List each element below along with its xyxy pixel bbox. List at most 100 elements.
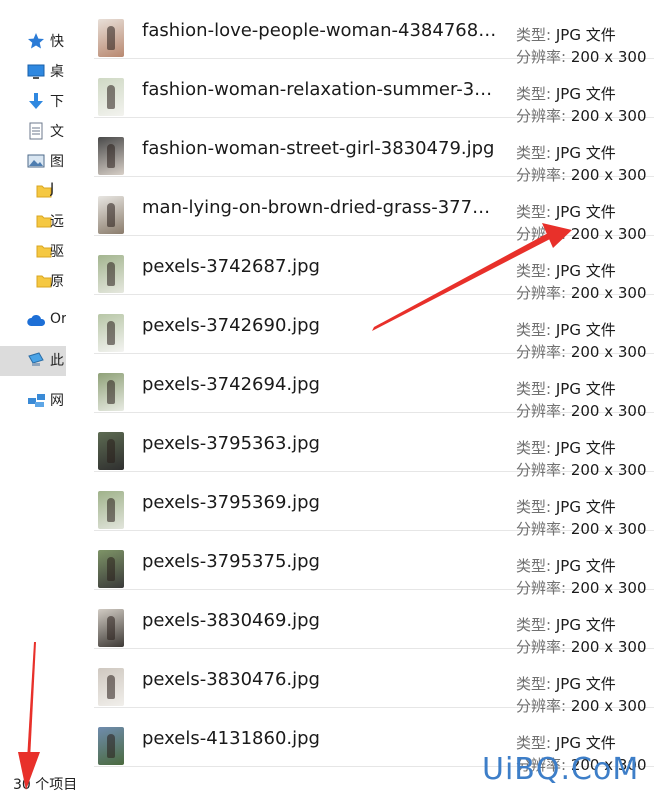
desktop-icon — [27, 62, 45, 80]
file-thumbnail[interactable] — [98, 314, 124, 352]
file-row[interactable]: fashion-woman-street-girl-3830479.jpg 类型:… — [94, 118, 654, 184]
file-type-label: 类型: — [516, 439, 552, 457]
network-icon — [27, 391, 45, 409]
file-type: 类型: JPG 文件 — [516, 24, 616, 45]
thumbnail-figure — [107, 321, 115, 345]
sidebar-item-2[interactable]: 下 — [0, 87, 66, 115]
status-bar-item-count: 30 个项目 — [13, 777, 78, 793]
file-thumbnail[interactable] — [98, 668, 124, 706]
document-icon — [27, 122, 45, 140]
file-name[interactable]: pexels-4131860.jpg — [142, 728, 500, 749]
thumbnail-figure — [107, 616, 115, 640]
file-name[interactable]: pexels-3742687.jpg — [142, 256, 500, 277]
sidebar-item-0[interactable]: 快 — [0, 27, 66, 55]
file-name[interactable]: fashion-love-people-woman-4384768.jpg — [142, 20, 500, 41]
sidebar-item-11[interactable]: 网 — [0, 386, 66, 414]
file-type-value: JPG 文件 — [555, 380, 616, 398]
file-type-label: 类型: — [516, 380, 552, 398]
star-icon — [27, 32, 45, 50]
file-type: 类型: JPG 文件 — [516, 555, 616, 576]
watermark-logo: UiBQ.CoM — [482, 752, 640, 787]
file-name[interactable]: pexels-3795363.jpg — [142, 433, 500, 454]
file-type-label: 类型: — [516, 144, 552, 162]
file-thumbnail[interactable] — [98, 609, 124, 647]
file-row[interactable]: pexels-3742687.jpg 类型: JPG 文件 分辨率: 200 x 3… — [94, 236, 654, 302]
file-row[interactable]: pexels-3830469.jpg 类型: JPG 文件 分辨率: 200 x 3… — [94, 590, 654, 656]
file-thumbnail[interactable] — [98, 255, 124, 293]
file-row[interactable]: pexels-3795363.jpg 类型: JPG 文件 分辨率: 200 x 3… — [94, 413, 654, 479]
file-type: 类型: JPG 文件 — [516, 319, 616, 340]
file-name[interactable]: pexels-3742694.jpg — [142, 374, 500, 395]
sidebar-item-10[interactable]: 此 — [0, 346, 66, 376]
file-name[interactable]: pexels-3742690.jpg — [142, 315, 500, 336]
file-thumbnail[interactable] — [98, 432, 124, 470]
thumbnail-figure — [107, 734, 115, 758]
thumbnail-figure — [107, 144, 115, 168]
file-row[interactable]: pexels-3742690.jpg 类型: JPG 文件 分辨率: 200 x 3… — [94, 295, 654, 361]
file-type-value: JPG 文件 — [555, 26, 616, 44]
file-type-label: 类型: — [516, 734, 552, 752]
file-type-value: JPG 文件 — [555, 144, 616, 162]
file-name[interactable]: pexels-3830469.jpg — [142, 610, 500, 631]
sidebar-item-5[interactable]: J — [0, 177, 66, 205]
file-name[interactable]: pexels-3795369.jpg — [142, 492, 500, 513]
file-type-label: 类型: — [516, 616, 552, 634]
sidebar-item-3[interactable]: 文 — [0, 117, 66, 145]
file-row[interactable]: pexels-3795375.jpg 类型: JPG 文件 分辨率: 200 x 3… — [94, 531, 654, 597]
file-row[interactable]: pexels-3795369.jpg 类型: JPG 文件 分辨率: 200 x 3… — [94, 472, 654, 538]
file-type-label: 类型: — [516, 262, 552, 280]
thumbnail-figure — [107, 26, 115, 50]
thumbnail-figure — [107, 262, 115, 286]
file-thumbnail[interactable] — [98, 727, 124, 765]
file-type-label: 类型: — [516, 321, 552, 339]
file-type: 类型: JPG 文件 — [516, 142, 616, 163]
file-name[interactable]: pexels-3795375.jpg — [142, 551, 500, 572]
sidebar-item-8[interactable]: 原 — [0, 267, 66, 295]
file-row[interactable]: pexels-3830476.jpg 类型: JPG 文件 分辨率: 200 x 3… — [94, 649, 654, 715]
file-thumbnail[interactable] — [98, 196, 124, 234]
sidebar-item-label: 远 — [50, 214, 64, 230]
sidebar-item-label: 快 — [50, 34, 64, 50]
file-thumbnail[interactable] — [98, 373, 124, 411]
sidebar-item-4[interactable]: 图 — [0, 147, 66, 175]
file-thumbnail[interactable] — [98, 491, 124, 529]
file-row[interactable]: fashion-love-people-woman-4384768.jpg 类型:… — [94, 0, 654, 66]
sidebar-item-9[interactable]: Or — [0, 307, 66, 335]
file-name[interactable]: man-lying-on-brown-dried-grass-3772509.j… — [142, 197, 500, 218]
file-type: 类型: JPG 文件 — [516, 732, 616, 753]
file-name[interactable]: fashion-woman-relaxation-summer-3742687.… — [142, 79, 500, 100]
file-list: fashion-love-people-woman-4384768.jpg 类型:… — [94, 0, 654, 794]
thumbnail-figure — [107, 498, 115, 522]
onedrive-cloud-icon — [27, 312, 46, 330]
file-row[interactable]: fashion-woman-relaxation-summer-3742687.… — [94, 59, 654, 125]
thumbnail-figure — [107, 380, 115, 404]
file-thumbnail[interactable] — [98, 19, 124, 57]
file-type-value: JPG 文件 — [555, 616, 616, 634]
download-icon — [27, 92, 45, 110]
file-row[interactable]: man-lying-on-brown-dried-grass-3772509.j… — [94, 177, 654, 243]
file-type: 类型: JPG 文件 — [516, 673, 616, 694]
file-type-value: JPG 文件 — [555, 203, 616, 221]
sidebar-item-label: 图 — [50, 154, 64, 170]
file-type: 类型: JPG 文件 — [516, 260, 616, 281]
file-row[interactable]: pexels-3742694.jpg 类型: JPG 文件 分辨率: 200 x 3… — [94, 354, 654, 420]
file-thumbnail[interactable] — [98, 550, 124, 588]
picture-icon — [27, 152, 45, 170]
file-type: 类型: JPG 文件 — [516, 614, 616, 635]
sidebar-item-label: 驱 — [50, 244, 64, 260]
sidebar-item-label: Or — [50, 311, 66, 327]
sidebar-item-1[interactable]: 桌 — [0, 57, 66, 85]
sidebar-item-label: 文 — [50, 124, 64, 140]
file-type-label: 类型: — [516, 498, 552, 516]
file-thumbnail[interactable] — [98, 137, 124, 175]
sidebar-item-6[interactable]: 远 — [0, 207, 66, 235]
sidebar-item-label: J — [50, 181, 55, 197]
file-type-label: 类型: — [516, 85, 552, 103]
sidebar-item-7[interactable]: 驱 — [0, 237, 66, 265]
file-type-value: JPG 文件 — [555, 734, 616, 752]
file-thumbnail[interactable] — [98, 78, 124, 116]
thumbnail-figure — [107, 85, 115, 109]
file-name[interactable]: fashion-woman-street-girl-3830479.jpg — [142, 138, 500, 159]
file-name[interactable]: pexels-3830476.jpg — [142, 669, 500, 690]
file-type-value: JPG 文件 — [555, 439, 616, 457]
